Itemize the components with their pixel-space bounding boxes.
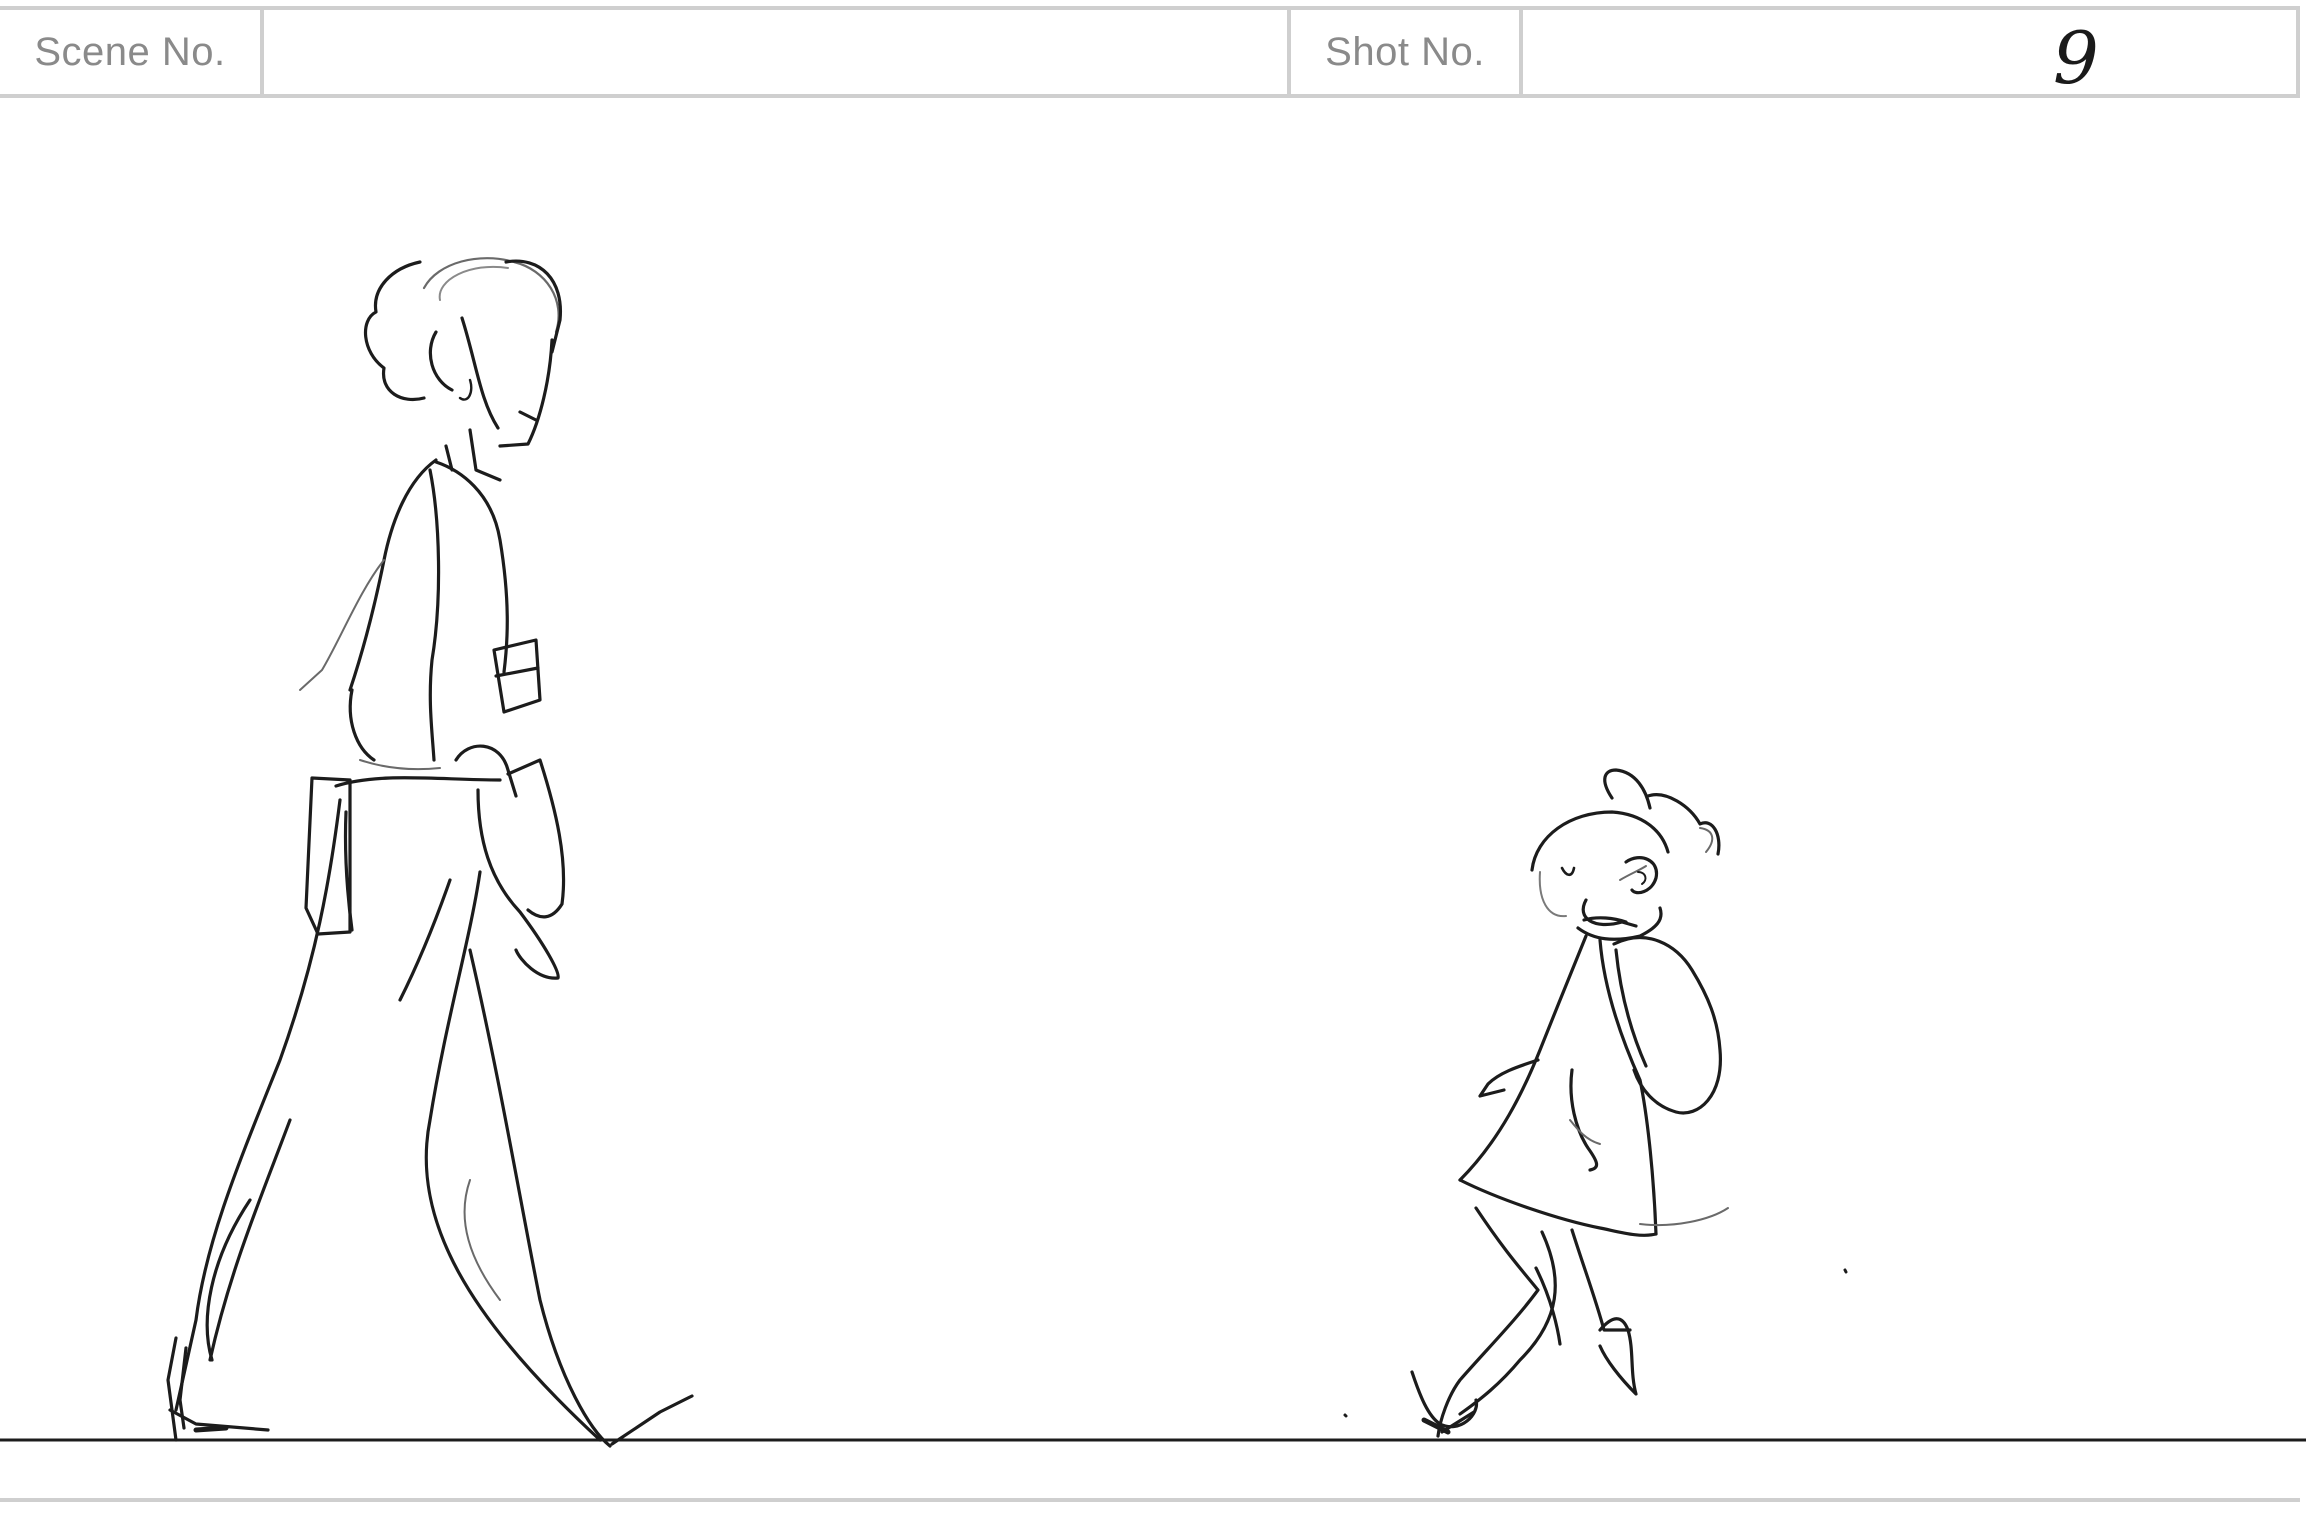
adult-woman-figure [166,257,694,1448]
child-figure [1410,768,1729,1438]
storyboard-sheet: Scene No. Shot No. 9 [0,0,2306,1527]
panel-bottom-border [0,1498,2300,1502]
storyboard-panel-drawing [0,257,2306,1448]
